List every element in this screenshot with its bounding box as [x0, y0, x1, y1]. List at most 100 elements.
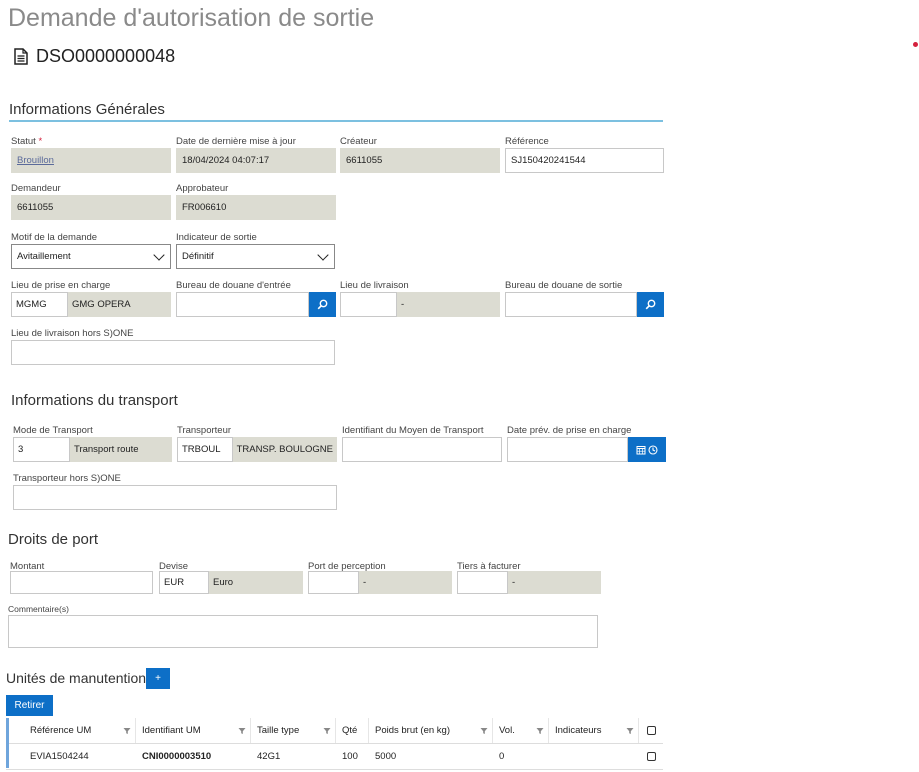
column-header-qte[interactable]: Qté	[336, 718, 369, 743]
column-header-identifiant[interactable]: Identifiant UM	[136, 718, 251, 743]
search-icon	[317, 299, 328, 310]
transporteur-name: TRANSP. BOULOGNE	[232, 437, 337, 462]
transporteur-code[interactable]: TRBOUL	[177, 437, 233, 462]
cell-taille: 42G1	[257, 751, 281, 762]
page-title: Demande d'autorisation de sortie	[8, 4, 375, 32]
commentaire-label: Commentaire(s)	[8, 604, 69, 614]
reference-input[interactable]: SJ150420241544	[505, 148, 664, 173]
document-id: DSO0000000048	[36, 46, 176, 66]
reference-label: Référence	[505, 136, 549, 147]
add-unite-button[interactable]: +	[146, 668, 170, 689]
douane-sortie-field	[505, 292, 664, 317]
date-prev-input[interactable]	[507, 437, 628, 462]
devise-code[interactable]: EUR	[159, 571, 209, 594]
hors-sjone-input[interactable]	[11, 340, 335, 365]
filter-icon[interactable]	[626, 727, 634, 735]
prise-name: GMG OPERA	[68, 292, 171, 317]
filter-icon[interactable]	[480, 727, 488, 735]
approbateur-label: Approbateur	[176, 183, 229, 194]
douane-entree-search-button[interactable]	[309, 292, 336, 317]
transporteur-field[interactable]: TRBOUL TRANSP. BOULOGNE	[177, 437, 337, 462]
filter-icon[interactable]	[123, 727, 131, 735]
livraison-field[interactable]: -	[340, 292, 500, 317]
retirer-button[interactable]: Retirer	[6, 695, 53, 716]
table-accent-bar	[6, 718, 9, 768]
mode-code[interactable]: 3	[13, 437, 70, 462]
status-dot	[913, 42, 918, 47]
demandeur-label: Demandeur	[11, 183, 61, 194]
prise-field[interactable]: MGMG GMG OPERA	[11, 292, 171, 317]
cell-qte: 100	[342, 751, 358, 762]
calendar-icon	[636, 445, 646, 454]
document-icon	[14, 48, 28, 65]
statut-link[interactable]: Brouillon	[17, 155, 54, 166]
section-title-transport: Informations du transport	[11, 392, 178, 409]
indicateur-label: Indicateur de sortie	[176, 232, 257, 243]
row-checkbox[interactable]	[646, 752, 656, 761]
transporteur-hors-input[interactable]	[13, 485, 337, 510]
port-code[interactable]	[308, 571, 359, 594]
livraison-label: Lieu de livraison	[340, 280, 409, 291]
mode-field[interactable]: 3 Transport route	[13, 437, 172, 462]
hors-sjone-label: Lieu de livraison hors S)ONE	[11, 328, 134, 339]
mode-label: Mode de Transport	[13, 425, 93, 436]
douane-sortie-input[interactable]	[505, 292, 637, 317]
document-header: DSO0000000048	[14, 46, 175, 67]
port-field[interactable]: -	[308, 571, 452, 594]
date-maj-field: 18/04/2024 04:07:17	[176, 148, 336, 173]
montant-input[interactable]	[10, 571, 153, 594]
commentaire-textarea[interactable]	[8, 615, 598, 648]
filter-icon[interactable]	[323, 727, 331, 735]
createur-label: Créateur	[340, 136, 377, 147]
mode-name: Transport route	[70, 437, 172, 462]
indicateur-select[interactable]: Définitif	[176, 244, 335, 269]
column-header-vol[interactable]: Vol.	[493, 718, 549, 743]
identifiant-label: Identifiant du Moyen de Transport	[342, 425, 484, 436]
motif-label: Motif de la demande	[11, 232, 98, 243]
column-header-indicateurs[interactable]: Indicateurs	[549, 718, 639, 743]
section-title-droits: Droits de port	[8, 531, 99, 548]
approbateur-field: FR006610	[176, 195, 336, 220]
port-name: -	[359, 571, 452, 594]
unites-table: Référence UM Identifiant UM Taille type …	[6, 718, 663, 770]
demandeur-field: 6611055	[11, 195, 171, 220]
douane-sortie-search-button[interactable]	[637, 292, 664, 317]
identifiant-input[interactable]	[342, 437, 502, 462]
date-maj-label: Date de dernière mise à jour	[176, 136, 296, 147]
cell-poids: 5000	[375, 751, 397, 762]
livraison-name: -	[397, 292, 500, 317]
statut-field[interactable]: Brouillon	[11, 148, 171, 173]
section-title-general: Informations Générales	[9, 101, 165, 118]
douane-entree-field	[176, 292, 336, 317]
transporteur-label: Transporteur	[177, 425, 232, 436]
indicateur-value: Définitif	[182, 251, 214, 262]
devise-field[interactable]: EUR Euro	[159, 571, 303, 594]
chevron-down-icon	[317, 248, 329, 261]
statut-label: Statut *	[11, 136, 43, 147]
select-all-checkbox[interactable]	[646, 726, 656, 735]
date-prev-field	[507, 437, 666, 462]
filter-icon[interactable]	[238, 727, 246, 735]
douane-sortie-label: Bureau de douane de sortie	[505, 280, 623, 291]
douane-entree-input[interactable]	[176, 292, 309, 317]
search-icon	[645, 299, 656, 310]
date-picker-button[interactable]	[628, 437, 666, 462]
transporteur-hors-label: Transporteur hors S)ONE	[13, 473, 121, 484]
column-header-poids[interactable]: Poids brut (en kg)	[369, 718, 493, 743]
table-row[interactable]: EVIA1504244 CNI0000003510 42G1 100 5000 …	[6, 744, 663, 770]
cell-identifiant: CNI0000003510	[142, 751, 212, 762]
column-header-reference[interactable]: Référence UM	[24, 718, 136, 743]
prise-label: Lieu de prise en charge	[11, 280, 111, 291]
filter-icon[interactable]	[536, 727, 544, 735]
tiers-field[interactable]: -	[457, 571, 601, 594]
livraison-code[interactable]	[340, 292, 397, 317]
section-title-unites: Unités de manutention	[6, 670, 147, 686]
motif-select[interactable]: Avitaillement	[11, 244, 171, 269]
prise-code[interactable]: MGMG	[11, 292, 68, 317]
clock-icon	[648, 444, 658, 455]
cell-reference: EVIA1504244	[30, 751, 89, 762]
tiers-code[interactable]	[457, 571, 508, 594]
motif-value: Avitaillement	[17, 251, 71, 262]
column-header-taille[interactable]: Taille type	[251, 718, 336, 743]
cell-vol: 0	[499, 751, 505, 762]
